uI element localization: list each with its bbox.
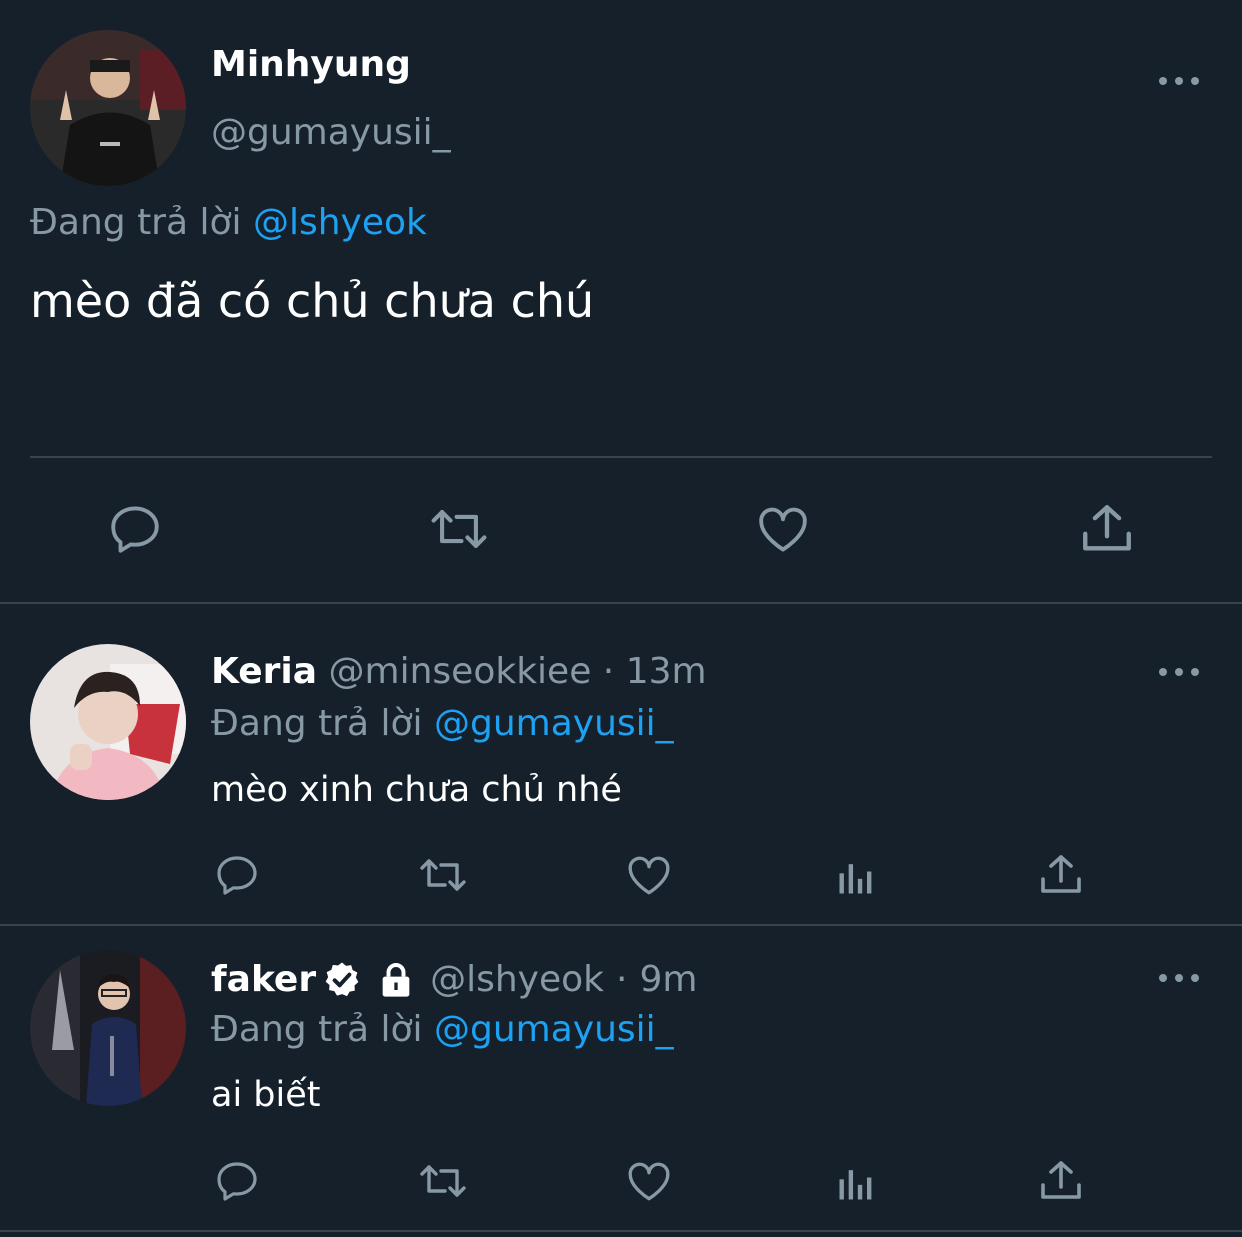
retweet-icon (420, 1165, 466, 1197)
share-button[interactable] (1034, 848, 1088, 902)
section-divider (0, 602, 1242, 604)
replying-prefix: Đang trả lời (211, 703, 423, 744)
more-options-button[interactable] (1159, 665, 1199, 679)
tweet-divider (30, 456, 1212, 458)
display-name[interactable]: faker (211, 959, 316, 1000)
share-icon (1083, 505, 1131, 551)
handle[interactable]: @gumayusii_ (211, 112, 451, 153)
like-button[interactable] (748, 496, 818, 562)
share-icon (1041, 855, 1081, 893)
replying-to-line: Đang trả lời @gumayusii_ (211, 703, 674, 744)
replying-to-line: Đang trả lời @lshyeok (30, 202, 427, 243)
reply-icon (217, 856, 257, 895)
retweet-button[interactable] (412, 848, 474, 902)
retweet-button[interactable] (422, 496, 496, 562)
reply-button[interactable] (210, 1154, 264, 1208)
reply-button[interactable] (100, 496, 170, 562)
tweet-text: mèo xinh chưa chủ nhé (211, 770, 622, 810)
display-name[interactable]: Keria (211, 651, 317, 692)
replying-prefix: Đang trả lời (30, 202, 242, 243)
share-icon (1041, 1161, 1081, 1199)
avatar[interactable] (30, 644, 186, 800)
timestamp[interactable]: 9m (639, 959, 697, 1000)
lock-icon (382, 962, 410, 997)
replying-to-link[interactable]: @gumayusii_ (434, 1009, 674, 1050)
analytics-button[interactable] (830, 1156, 882, 1210)
separator: · (602, 651, 615, 692)
separator: · (616, 959, 628, 1000)
analytics-icon (839, 1170, 872, 1200)
reply-icon (217, 1162, 257, 1201)
replying-to-link[interactable]: @lshyeok (253, 202, 427, 243)
tweet-text: mèo đã có chủ chưa chú (30, 274, 595, 328)
reply-header: faker @lshyeok · 9m (211, 959, 697, 1000)
replying-to-link[interactable]: @gumayusii_ (434, 703, 674, 744)
tweet-text: ai biết (211, 1075, 321, 1115)
retweet-icon (431, 510, 487, 548)
like-icon (628, 856, 670, 895)
section-divider (0, 1230, 1242, 1232)
replying-to-line: Đang trả lời @gumayusii_ (211, 1009, 674, 1050)
avatar[interactable] (30, 30, 186, 186)
retweet-icon (420, 859, 466, 891)
section-divider (0, 924, 1242, 926)
verified-badge-icon (325, 962, 359, 996)
display-name[interactable]: Minhyung (211, 44, 411, 85)
handle[interactable]: @lshyeok (430, 959, 604, 1000)
replying-prefix: Đang trả lời (211, 1009, 423, 1050)
like-icon (628, 1162, 670, 1201)
timestamp[interactable]: 13m (626, 651, 707, 692)
more-options-button[interactable] (1159, 74, 1199, 88)
more-options-button[interactable] (1159, 971, 1199, 985)
avatar[interactable] (30, 950, 186, 1106)
handle[interactable]: @minseokkiee (329, 651, 592, 692)
share-button[interactable] (1034, 1154, 1088, 1208)
reply-header: Keria @minseokkiee · 13m (211, 651, 707, 692)
reply-icon (111, 506, 159, 553)
analytics-button[interactable] (830, 850, 882, 904)
analytics-icon (839, 864, 872, 894)
reply-button[interactable] (210, 848, 264, 902)
retweet-button[interactable] (412, 1154, 474, 1208)
share-button[interactable] (1072, 496, 1142, 562)
like-icon (759, 507, 807, 552)
like-button[interactable] (622, 1154, 676, 1208)
like-button[interactable] (622, 848, 676, 902)
